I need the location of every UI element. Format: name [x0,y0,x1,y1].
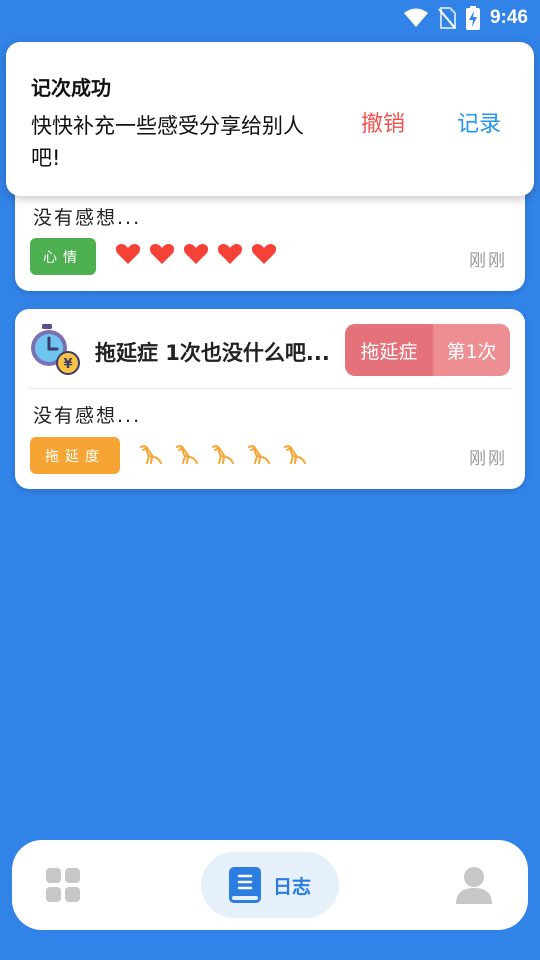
grid-icon [46,868,80,902]
entry-time: 刚刚 [469,449,507,469]
battery-charging-icon [465,6,480,30]
heart-icon [149,243,175,264]
entry-time: 刚刚 [469,251,507,271]
nav-log-label: 日志 [272,875,311,898]
nav-profile[interactable] [456,866,492,908]
mood-rating [115,243,277,265]
entry-title: 拖延症 1次也没什么吧... [95,341,330,365]
count-label: 第1次 [433,324,510,376]
nav-grid[interactable] [46,868,80,906]
status-icons: 9:46 [403,6,528,30]
heart-icon [183,243,209,264]
entry-thought[interactable]: 没有感想... [33,401,141,428]
svg-text:¥: ¥ [63,357,72,372]
record-button[interactable]: 记录 [457,106,501,138]
count-badge: 拖延症 第1次 [345,324,510,376]
log-entry-card[interactable]: ¥ 拖延症 1次也没什么吧... 拖延症 第1次 没有感想... 拖延度 刚刚 [15,309,525,489]
delay-rating [139,443,307,465]
person-icon [456,867,492,904]
bird-icon [212,445,234,464]
bird-icon [284,445,306,464]
bird-icon [140,445,162,464]
delay-tag: 拖延度 [30,437,120,474]
heart-icon [115,243,141,264]
success-toast: 记次成功 快快补充一些感受分享给别人吧! 撤销 记录 [6,42,534,196]
clock: 9:46 [489,7,528,28]
nav-log[interactable]: 日志 [201,852,339,918]
toast-message: 快快补充一些感受分享给别人吧! [31,114,304,170]
no-sim-icon [438,7,456,29]
bird-icon [176,445,198,464]
wifi-icon [403,8,428,27]
status-bar: 9:46 [0,0,540,36]
mood-tag: 心情 [30,238,96,275]
undo-button[interactable]: 撤销 [361,106,405,138]
heart-icon [251,243,277,264]
book-icon [228,867,261,903]
entry-thought[interactable]: 没有感想... [33,203,141,230]
category-label: 拖延症 [345,324,433,376]
bottom-nav: 日志 [12,840,528,930]
clock-money-icon: ¥ [31,324,80,375]
divider [29,388,511,389]
bird-icon [248,445,270,464]
toast-title: 记次成功 [31,76,111,100]
heart-icon [217,243,243,264]
